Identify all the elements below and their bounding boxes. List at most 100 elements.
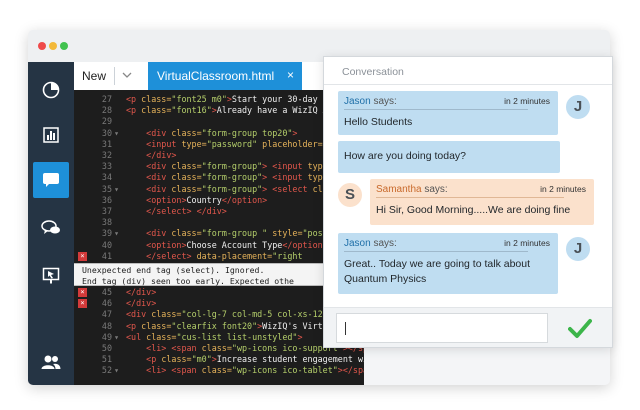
- code-text: </select> data-placement="right: [146, 250, 303, 261]
- avatar: J: [564, 93, 592, 121]
- code-text: </div>: [126, 287, 157, 297]
- bar-chart-icon: [43, 127, 59, 143]
- line-number: 40: [101, 239, 112, 250]
- code-text: <div class="form-group"> <input type: [146, 172, 328, 183]
- code-line: 33 <div class="form-group"> <input type: [74, 161, 364, 172]
- code-text: <p class="font16">Already have a WizIQ A: [126, 105, 328, 116]
- line-number: 34: [101, 172, 112, 183]
- line-number: 31: [101, 138, 112, 149]
- sidebar-item-presentations[interactable]: [33, 258, 69, 294]
- fold-arrow-icon[interactable]: ▾: [114, 128, 119, 139]
- minimize-window-button[interactable]: [49, 42, 57, 50]
- line-number: 39: [101, 228, 112, 239]
- code-line: 51 <p class="m0">Increase student engage…: [74, 354, 364, 365]
- code-line: 39 ▾ <div class="form-group " style="posi: [74, 228, 364, 239]
- code-line: 35 ▾ <div class="form-group"> <select cla: [74, 184, 364, 195]
- code-text: <option>Choose Account Type</option>: [146, 239, 328, 250]
- checkmark-icon[interactable]: [568, 316, 592, 340]
- code-text: <div class="form-group"> <select cla: [146, 183, 328, 194]
- code-line: 38: [74, 217, 364, 228]
- code-text: <div class="form-group " style="posi: [146, 228, 328, 239]
- code-text: <div class="form-group top20">: [146, 127, 298, 138]
- line-number: 37: [101, 206, 112, 216]
- line-number: 36: [101, 194, 112, 205]
- fold-arrow-icon[interactable]: ▾: [114, 365, 119, 376]
- line-number: 48: [101, 320, 112, 331]
- code-line: 36 <option>Country</option>: [74, 195, 364, 206]
- line-number: 52: [101, 365, 112, 376]
- sidebar-item-analytics[interactable]: [33, 117, 69, 153]
- chat-bubble-icon: [43, 173, 59, 187]
- sidebar-item-discussions[interactable]: [33, 210, 69, 246]
- avatar: S: [336, 181, 364, 209]
- code-line: 29: [74, 116, 364, 127]
- chat-message: How are you doing today?: [338, 141, 560, 173]
- message-time: in 2 minutes: [504, 96, 550, 106]
- sidebar-item-classroom[interactable]: [33, 162, 69, 198]
- conversation-header: Conversation: [324, 57, 612, 85]
- error-message: Unexpected end tag (select). Ignored.: [82, 265, 265, 275]
- code-line: 50 <li> <span class="wp-icons ico-suppor…: [74, 343, 364, 354]
- line-number: 47: [101, 309, 112, 320]
- line-number: 28: [101, 105, 112, 116]
- message-input-bar: [324, 307, 612, 347]
- maximize-window-button[interactable]: [60, 42, 68, 50]
- sidebar-item-reports[interactable]: [33, 72, 69, 108]
- sidebar: [28, 62, 74, 385]
- code-text: </div>: [146, 150, 177, 160]
- tab-virtualclassroom[interactable]: VirtualClassroom.html ×: [148, 62, 302, 90]
- presentation-icon: [42, 267, 60, 284]
- code-line: 30 ▾ <div class="form-group top20">: [74, 128, 364, 139]
- code-text: <div class="form-group"> <input type: [146, 161, 328, 172]
- avatar: J: [564, 235, 592, 263]
- line-number: 41: [101, 250, 112, 261]
- line-number: 32: [101, 150, 112, 160]
- close-icon[interactable]: ×: [287, 68, 294, 82]
- code-line: 28 <p class="font16">Already have a WizIQ…: [74, 105, 364, 116]
- close-window-button[interactable]: [38, 42, 46, 50]
- message-text: Hello Students: [344, 116, 413, 128]
- message-input[interactable]: [336, 313, 548, 343]
- code-line: 49 ▾ <ul class="cus-list list-unstyled">: [74, 332, 364, 343]
- code-line: × 46 </div>: [74, 298, 364, 309]
- code-text: <ul class="cus-list list-unstyled">: [126, 331, 303, 342]
- code-line: 48 <p class="clearfix font20">WizIQ's Vir…: [74, 321, 364, 332]
- conversation-icon: [41, 220, 60, 234]
- code-line: 47 <div class="col-lg-7 col-md-5 col-xs-1…: [74, 309, 364, 320]
- code-line: 32 </div>: [74, 150, 364, 161]
- error-message: End tag (div) seen too early. Expected o…: [82, 275, 294, 286]
- chevron-down-icon: [122, 72, 132, 78]
- fold-arrow-icon[interactable]: ▾: [114, 332, 119, 343]
- pie-chart-icon: [42, 81, 60, 99]
- error-tooltip: Unexpected end tag (select). Ignored. End…: [74, 263, 364, 286]
- conversation-title: Conversation: [342, 66, 404, 78]
- sender-name: Samantha says:: [376, 184, 448, 195]
- code-text: <input type="password" placeholder=": [146, 138, 328, 149]
- line-number: 51: [101, 354, 112, 365]
- tab-label: VirtualClassroom.html: [157, 69, 275, 83]
- code-text: <option>Country</option>: [146, 194, 268, 205]
- code-line: 34 <div class="form-group"> <input type: [74, 172, 364, 183]
- code-editor[interactable]: 27 <p class="font25 m0">Start your 30-day…: [74, 90, 364, 385]
- code-line: × 41 </select> data-placement="right: [74, 251, 364, 262]
- chat-message: Jason says: in 2 minutes Hello Students: [338, 91, 558, 135]
- message-time: in 2 minutes: [540, 184, 586, 194]
- code-line: 27 <p class="font25 m0">Start your 30-day…: [74, 94, 364, 105]
- message-text: Hi Sir, Good Morning.....We are doing fi…: [376, 204, 571, 216]
- code-line: 31 <input type="password" placeholder=": [74, 139, 364, 150]
- line-number: 35: [101, 183, 112, 194]
- conversation-panel: Conversation Jason says: in 2 minutes Hell…: [323, 56, 613, 348]
- chat-message: Jason says: in 2 minutes Great.. Today we …: [338, 233, 558, 294]
- new-label: New: [82, 69, 107, 83]
- code-line: × 45 </div>: [74, 287, 364, 298]
- code-text: </div>: [126, 298, 157, 309]
- code-text: <p class="m0">Increase student engagemen…: [146, 354, 364, 365]
- line-number: 49: [101, 331, 112, 342]
- sidebar-item-users[interactable]: [33, 344, 69, 380]
- code-line: 37 </select> </div>: [74, 206, 364, 217]
- fold-arrow-icon[interactable]: ▾: [114, 228, 119, 239]
- fold-arrow-icon[interactable]: ▾: [114, 184, 119, 195]
- code-text: <p class="font25 m0">Start your 30-day f: [126, 94, 328, 104]
- users-icon: [41, 355, 61, 369]
- new-file-dropdown[interactable]: New: [74, 62, 146, 90]
